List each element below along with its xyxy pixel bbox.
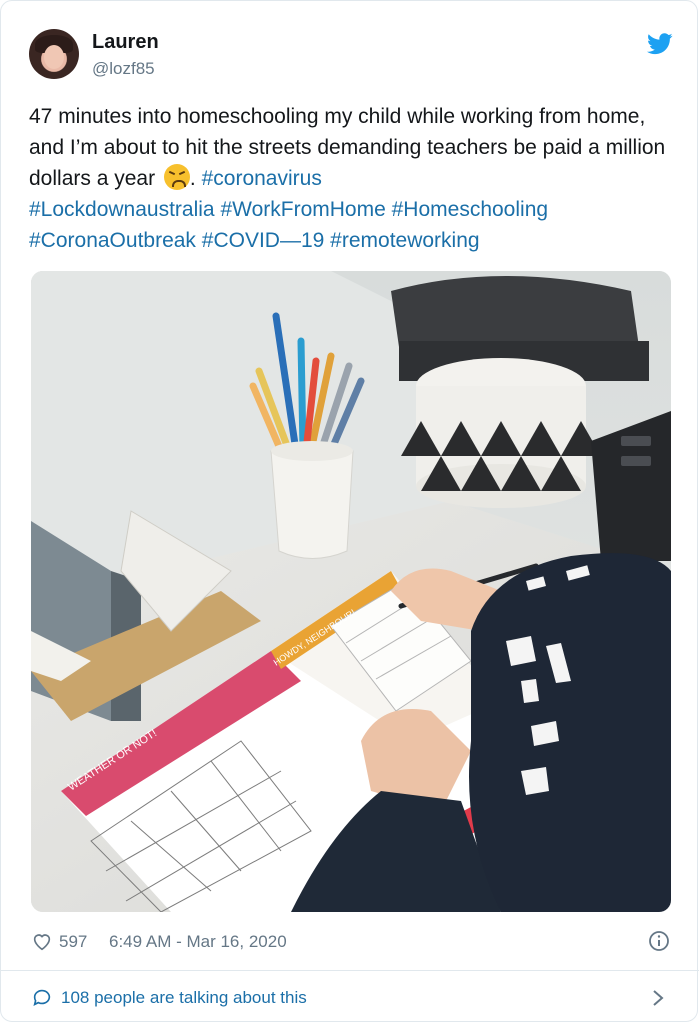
- conversation-count-text[interactable]: 108 people are talking about this: [61, 988, 307, 1008]
- info-icon[interactable]: [647, 929, 671, 953]
- tweet-meta: 597 6:49 AM - Mar 16, 2020: [31, 929, 671, 955]
- persevering-face-emoji-icon: [163, 164, 190, 190]
- tweet-card: Lauren @lozf85 47 minutes into homeschoo…: [0, 0, 699, 1022]
- child-hoodie: [469, 553, 671, 912]
- tweet-text: 47 minutes into homeschooling my child w…: [29, 101, 669, 256]
- tweet-header: Lauren @lozf85: [29, 29, 673, 85]
- speech-bubble-icon: [33, 989, 51, 1006]
- avatar-face: [44, 45, 64, 69]
- tweet-body: 47 minutes into homeschooling my child w…: [29, 105, 666, 190]
- hashtag-remoteworking[interactable]: #remoteworking: [330, 229, 479, 252]
- display-name[interactable]: Lauren: [92, 31, 159, 54]
- tweet-timestamp[interactable]: 6:49 AM - Mar 16, 2020: [109, 932, 287, 952]
- chevron-right-icon[interactable]: [651, 989, 665, 1007]
- like-count[interactable]: 597: [59, 932, 87, 952]
- twitter-bird-icon[interactable]: [647, 33, 673, 55]
- tweet-photo[interactable]: WEATHER OR NOT! HOWDY, NEIGHBOUR!: [31, 271, 671, 912]
- avatar[interactable]: [29, 29, 79, 79]
- hashtag-lockdownaustralia[interactable]: #Lockdownaustralia: [29, 198, 215, 221]
- divider: [1, 970, 699, 971]
- hashtag-homeschooling[interactable]: #Homeschooling: [392, 198, 548, 221]
- hashtag-workfromhome[interactable]: #WorkFromHome: [220, 198, 385, 221]
- hashtag-covid19[interactable]: #COVID—19: [202, 229, 325, 252]
- hashtag-coronavirus[interactable]: #coronavirus: [202, 167, 322, 190]
- hashtag-coronaoutbreak[interactable]: #CoronaOutbreak: [29, 229, 196, 252]
- homeschooling-desk-photo: WEATHER OR NOT! HOWDY, NEIGHBOUR!: [31, 271, 671, 912]
- user-handle[interactable]: @lozf85: [92, 59, 155, 79]
- heart-icon[interactable]: [31, 930, 53, 952]
- tweet-punctuation: .: [189, 167, 196, 190]
- conversation-link[interactable]: 108 people are talking about this: [31, 983, 671, 1013]
